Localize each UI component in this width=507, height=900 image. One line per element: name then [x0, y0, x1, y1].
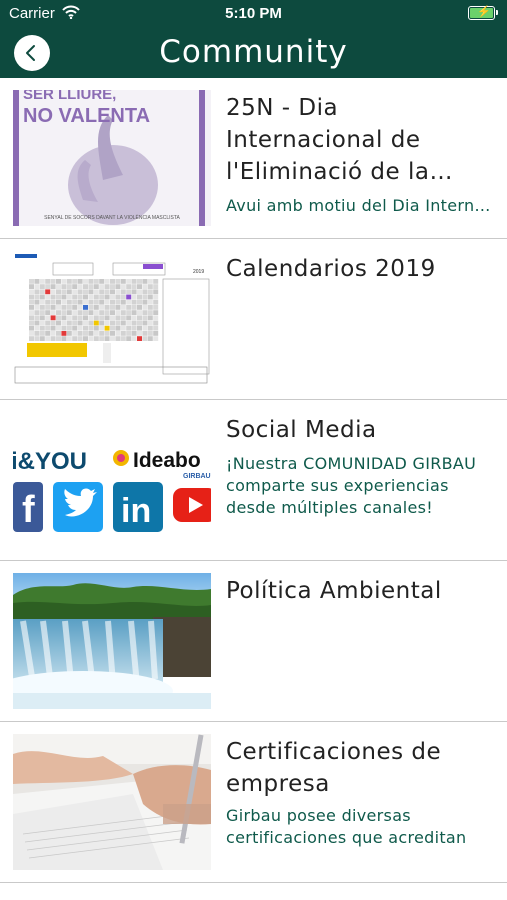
- community-list: SER LLIURE, NO VALENTA SENYAL DE SOCORS …: [0, 78, 507, 883]
- item-title: Certificaciones de empresa: [226, 739, 442, 797]
- thumb-brand: GIRBAU: [183, 473, 211, 480]
- item-description: Girbau posee diversas certificaciones qu…: [226, 806, 467, 847]
- item-title: 25N - Dia Internacional de l'Eliminació …: [226, 95, 430, 185]
- svg-text:f: f: [22, 489, 35, 531]
- thumb-caption: SENYAL DE SOCORS DAVANT LA VIOLÈNCIA MAS…: [44, 214, 180, 221]
- item-title: Social Media: [226, 417, 377, 443]
- item-title: Política Ambiental: [226, 578, 442, 604]
- item-description: ¡Nuestra COMUNIDAD GIRBAU comparte sus e…: [226, 454, 477, 517]
- item-thumbnail: [13, 734, 211, 870]
- nav-bar: Community: [0, 28, 507, 78]
- item-thumbnail: 2019: [13, 251, 211, 387]
- clock: 5:10 PM: [225, 5, 282, 22]
- thumb-brand: Ideabo: [133, 449, 201, 472]
- item-thumbnail: SER LLIURE, NO VALENTA SENYAL DE SOCORS …: [13, 90, 211, 226]
- battery-charging-icon: ⚡: [468, 6, 498, 20]
- page-title: Community: [159, 34, 348, 70]
- thumb-headline: SER LLIURE,: [23, 90, 116, 103]
- thumb-headline: NO VALENTA: [23, 105, 150, 127]
- status-bar: Carrier 5:10 PM ⚡: [0, 0, 507, 28]
- item-thumbnail: [13, 573, 211, 709]
- thumb-year: 2019: [193, 269, 204, 275]
- list-item[interactable]: SER LLIURE, NO VALENTA SENYAL DE SOCORS …: [0, 78, 507, 239]
- thumb-brand: i&YOU: [13, 448, 87, 475]
- item-description: Avui amb motiu del Dia Internacional: [226, 196, 493, 215]
- item-title: Calendarios 2019: [226, 256, 436, 282]
- list-item[interactable]: i&YOU Ideabo GIRBAU f in Social Media ¡N…: [0, 400, 507, 561]
- list-item[interactable]: 2019 Calendarios 2019: [0, 239, 507, 400]
- list-item[interactable]: Certificaciones de empresa Girbau posee …: [0, 722, 507, 883]
- svg-text:in: in: [121, 492, 151, 530]
- item-thumbnail: i&YOU Ideabo GIRBAU f in: [13, 412, 211, 548]
- list-item[interactable]: Política Ambiental: [0, 561, 507, 722]
